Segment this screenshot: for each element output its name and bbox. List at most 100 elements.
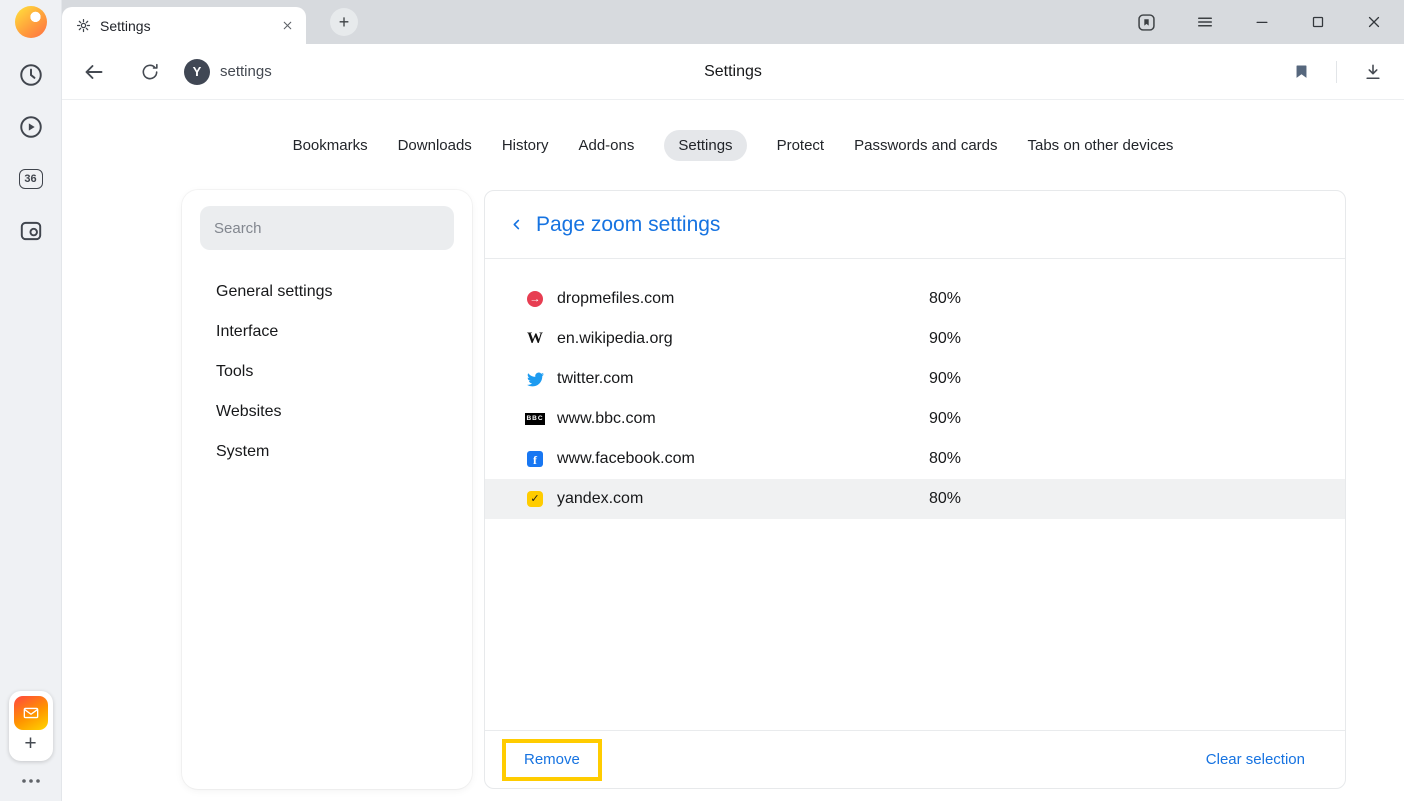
- remove-button[interactable]: Remove: [524, 751, 580, 768]
- menu-item-general-settings[interactable]: General settings: [182, 272, 472, 312]
- wikipedia-w-icon: W: [527, 331, 543, 347]
- download-icon: [1363, 62, 1383, 82]
- facebook-favicon: f: [525, 451, 545, 467]
- minimize-button[interactable]: [1251, 11, 1273, 33]
- bbc-favicon: BBC: [525, 413, 545, 425]
- site-badge-icon: Y: [184, 59, 210, 85]
- browser-menu-button[interactable]: [1193, 10, 1217, 34]
- settings-page: Bookmarks Downloads History Add-ons Sett…: [62, 100, 1404, 801]
- settings-menu-list: General settings Interface Tools Website…: [182, 272, 472, 472]
- nav-tab-passwords[interactable]: Passwords and cards: [854, 130, 997, 161]
- nav-tab-protect[interactable]: Protect: [777, 130, 825, 161]
- url-text[interactable]: settings: [220, 63, 272, 80]
- nav-tab-settings[interactable]: Settings: [664, 130, 746, 161]
- browser-tab-settings[interactable]: Settings: [62, 7, 306, 44]
- ellipsis-icon: [21, 777, 41, 785]
- bookmark-icon: [1293, 62, 1310, 81]
- selected-checkbox[interactable]: ✓: [525, 491, 545, 507]
- new-tab-button[interactable]: +: [330, 8, 358, 36]
- site-name: twitter.com: [557, 370, 929, 388]
- profile-avatar[interactable]: [15, 6, 47, 38]
- zoom-value: 90%: [929, 330, 961, 348]
- page-title: Settings: [704, 63, 762, 81]
- nav-tab-bookmarks[interactable]: Bookmarks: [293, 130, 368, 161]
- zoom-panel-header[interactable]: Page zoom settings: [485, 191, 1345, 259]
- menu-item-interface[interactable]: Interface: [182, 312, 472, 352]
- tab-count-badge: 36: [19, 169, 43, 189]
- tab-close-icon[interactable]: [277, 15, 298, 36]
- nav-tab-downloads[interactable]: Downloads: [398, 130, 472, 161]
- settings-nav-tabs: Bookmarks Downloads History Add-ons Sett…: [62, 100, 1404, 161]
- checkmark-icon: ✓: [527, 491, 543, 507]
- tab-strip: Settings +: [62, 0, 1404, 44]
- settings-menu-panel: General settings Interface Tools Website…: [182, 190, 472, 789]
- screenshot-button[interactable]: [11, 211, 51, 251]
- toolbar-right-group: [1291, 60, 1404, 84]
- video-button[interactable]: [11, 107, 51, 147]
- back-arrow-icon: [82, 60, 106, 84]
- yandex-mail-icon[interactable]: [14, 696, 48, 730]
- bookmark-button[interactable]: [1291, 60, 1312, 83]
- zoom-row-twitter[interactable]: twitter.com 90%: [485, 359, 1345, 399]
- zoom-value: 80%: [929, 490, 961, 508]
- facebook-f-icon: f: [527, 451, 543, 467]
- bbc-blocks-icon: BBC: [525, 413, 545, 425]
- gear-icon: [76, 18, 91, 33]
- window-controls: [1134, 0, 1404, 44]
- nav-tab-history[interactable]: History: [502, 130, 549, 161]
- wikipedia-favicon: W: [525, 331, 545, 347]
- twitter-favicon: [525, 371, 545, 388]
- nav-tab-addons[interactable]: Add-ons: [578, 130, 634, 161]
- maximize-icon: [1309, 13, 1327, 31]
- play-icon: [18, 114, 44, 140]
- minimize-icon: [1253, 13, 1271, 31]
- downloads-button[interactable]: [1361, 60, 1385, 84]
- toolbar-divider: [1336, 61, 1337, 83]
- add-app-button[interactable]: +: [18, 730, 42, 758]
- zoom-panel-spacer: [485, 519, 1345, 730]
- site-name: www.facebook.com: [557, 450, 929, 468]
- close-button[interactable]: [1363, 11, 1385, 33]
- twitter-bird-icon: [527, 371, 544, 388]
- zoom-panel-footer: Remove Clear selection: [485, 730, 1345, 788]
- settings-search-input[interactable]: [200, 206, 454, 250]
- zoom-row-bbc[interactable]: BBC www.bbc.com 90%: [485, 399, 1345, 439]
- more-options-button[interactable]: [17, 773, 45, 789]
- address-bar[interactable]: Y settings: [184, 59, 272, 85]
- site-name: dropmefiles.com: [557, 290, 929, 308]
- history-button[interactable]: [11, 55, 51, 95]
- zoom-value: 80%: [929, 450, 961, 468]
- clock-icon: [18, 62, 44, 88]
- tab-title: Settings: [100, 18, 268, 34]
- toolbar-left-group: [62, 58, 162, 86]
- zoom-row-facebook[interactable]: f www.facebook.com 80%: [485, 439, 1345, 479]
- sidebar-panel-button[interactable]: [1134, 10, 1159, 35]
- site-name: yandex.com: [557, 490, 929, 508]
- zoom-row-wikipedia[interactable]: W en.wikipedia.org 90%: [485, 319, 1345, 359]
- toolbar: Y settings Settings: [62, 44, 1404, 100]
- menu-item-websites[interactable]: Websites: [182, 392, 472, 432]
- nav-tab-other-devices[interactable]: Tabs on other devices: [1028, 130, 1174, 161]
- screenshot-icon: [18, 218, 44, 244]
- zoom-panel-title: Page zoom settings: [536, 213, 720, 237]
- maximize-button[interactable]: [1307, 11, 1329, 33]
- back-button[interactable]: [80, 58, 108, 86]
- apps-dock: +: [9, 691, 53, 761]
- zoom-row-dropmefiles[interactable]: → dropmefiles.com 80%: [485, 279, 1345, 319]
- page-zoom-panel: Page zoom settings → dropmefiles.com 80%: [484, 190, 1346, 789]
- menu-item-tools[interactable]: Tools: [182, 352, 472, 392]
- reload-icon: [140, 62, 160, 82]
- clear-selection-button[interactable]: Clear selection: [1206, 751, 1305, 768]
- tab-counter-button[interactable]: 36: [11, 159, 51, 199]
- reload-button[interactable]: [138, 60, 162, 84]
- dropmefiles-favicon: →: [525, 291, 545, 307]
- zoom-row-yandex[interactable]: ✓ yandex.com 80%: [485, 479, 1345, 519]
- close-icon: [1365, 13, 1383, 31]
- tab-count-label: 36: [24, 173, 36, 185]
- site-name: en.wikipedia.org: [557, 330, 929, 348]
- settings-body: General settings Interface Tools Website…: [182, 190, 1346, 789]
- site-name: www.bbc.com: [557, 410, 929, 428]
- side-rail: 36 +: [0, 0, 62, 801]
- hamburger-icon: [1195, 12, 1215, 32]
- menu-item-system[interactable]: System: [182, 432, 472, 472]
